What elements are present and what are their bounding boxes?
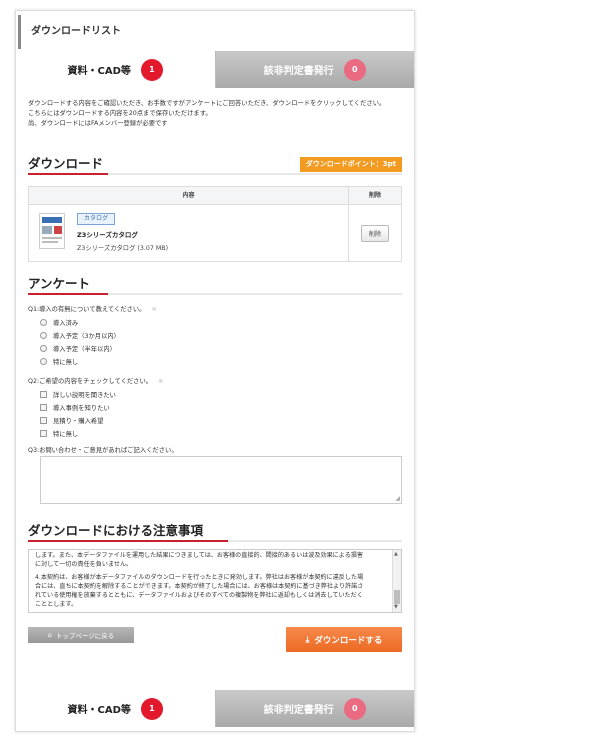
radio-button[interactable] [40, 332, 47, 339]
item-name: Z3シリーズカタログ [77, 231, 138, 239]
bottom-tabs: 資料・CAD等 1 該非判定書発行 0 [16, 690, 414, 727]
q2-option[interactable]: 導入事例を知りたい [40, 403, 110, 412]
section-title-text: ダウンロード [28, 156, 104, 171]
download-button[interactable]: ⤓ ダウンロードする [286, 627, 402, 652]
table-row: カタログ Z3シリーズカタログ Z3シリーズカタログ (3.07 MB) 削除 [29, 205, 401, 261]
tab-compliance-certificate[interactable]: 該非判定書発行 0 [214, 51, 414, 88]
delete-button[interactable]: 削除 [360, 224, 389, 242]
title-underline [28, 293, 108, 295]
intro-line: 尚、ダウンロードにはFAメンバー登録が必要です [28, 120, 168, 127]
back-to-top-button[interactable]: ⌂ トップページに戻る [28, 627, 134, 643]
q1-option[interactable]: 導入予定（3か月以内） [40, 331, 120, 340]
intro-line: ダウンロードする内容をご確認いただき、お手数ですがアンケートにご回答いただき、ダ… [28, 100, 386, 107]
scroll-up-icon[interactable]: ▲ [394, 550, 398, 559]
item-file: Z3シリーズカタログ (3.07 MB) [77, 245, 169, 252]
q1-label: Q1:導入の有無について教えてください。 ※ [28, 306, 157, 313]
required-icon: ※ [151, 306, 157, 313]
content-cell: カタログ Z3シリーズカタログ Z3シリーズカタログ (3.07 MB) [29, 205, 349, 261]
q2-label: Q2:ご希望の内容をチェックしてください。 ※ [28, 378, 164, 385]
checkbox[interactable] [40, 417, 47, 424]
survey-section-title: アンケート [28, 273, 402, 295]
tab-label: 資料・CAD等 [67, 66, 131, 77]
section-title-text: ダウンロードにおける注意事項 [28, 523, 204, 538]
scroll-down-icon[interactable]: ▼ [394, 603, 398, 612]
q2-option[interactable]: 見積り・購入希望 [40, 416, 103, 425]
notice-line: 4.本契約は、お客様が本データファイルのダウンロードを行ったときに発効します。弊… [35, 574, 364, 581]
tab-compliance-certificate[interactable]: 該非判定書発行 0 [214, 690, 414, 727]
checkbox[interactable] [40, 430, 47, 437]
tab-materials-cad[interactable]: 資料・CAD等 1 [16, 51, 215, 88]
title-underline [28, 173, 108, 175]
tab-label: 該非判定書発行 [263, 66, 334, 77]
notice-line: に対して一切の責任を負いません。 [35, 561, 133, 568]
home-icon: ⌂ [47, 631, 52, 639]
notice-line: 合には、直ちに本契約を解除することができます。本契約が終了した場合には、お客様は… [35, 583, 364, 590]
column-header-delete: 削除 [368, 192, 381, 199]
resize-grip-icon[interactable]: ◢ [395, 496, 400, 502]
count-badge: 0 [343, 58, 366, 81]
download-list-panel: ダウンロードリスト 資料・CAD等 1 該非判定書発行 0 ダウンロードする内容… [15, 10, 415, 732]
notice-scrollbar[interactable]: ▲ ▼ [392, 550, 401, 612]
scroll-thumb[interactable] [394, 590, 400, 604]
checkbox[interactable] [40, 404, 47, 411]
q1-option[interactable]: 特に無し [40, 357, 78, 366]
count-badge: 1 [140, 697, 163, 720]
download-icon: ⤓ [305, 634, 310, 645]
download-points-badge: ダウンロードポイント：3pt [299, 157, 402, 172]
download-button-label: ダウンロードする [314, 635, 383, 646]
radio-button[interactable] [40, 345, 47, 352]
download-section-title: ダウンロード ダウンロードポイント：3pt [28, 153, 402, 175]
column-header-content: 内容 [29, 187, 349, 204]
notice-textbox[interactable]: します。また、本データファイルを運用した結果につきましては、お客様の直接的、間接… [28, 549, 402, 613]
required-icon: ※ [158, 378, 164, 385]
notice-line: します。また、本データファイルを運用した結果につきましては、お客様の直接的、間接… [35, 552, 363, 559]
table-header: 内容 削除 [29, 187, 401, 205]
page-title: ダウンロードリスト [18, 15, 414, 49]
q1-option[interactable]: 導入済み [40, 318, 78, 327]
intro-text: ダウンロードする内容をご確認いただき、お手数ですがアンケートにご回答いただき、ダ… [28, 99, 408, 129]
q3-label: Q3:お問い合わせ・ご意見があればご記入ください。 [28, 447, 178, 454]
q1-option[interactable]: 導入予定（半年以内） [40, 344, 116, 353]
title-underline [28, 540, 228, 542]
tab-label: 該非判定書発行 [263, 705, 334, 716]
section-title-text: アンケート [28, 276, 91, 291]
tab-materials-cad[interactable]: 資料・CAD等 1 [16, 690, 215, 727]
delete-cell: 削除 [349, 205, 401, 261]
back-button-label: トップページに戻る [55, 632, 115, 640]
count-badge: 1 [140, 58, 163, 81]
tab-label: 資料・CAD等 [67, 705, 131, 716]
notice-section-title: ダウンロードにおける注意事項 [28, 520, 402, 542]
q2-option[interactable]: 詳しい説明を聞きたい [40, 390, 116, 399]
notice-line: れている使用権を放棄するとともに、データファイルおよびそのすべての複製物を弊社に… [35, 592, 363, 599]
download-table: 内容 削除 カタログ Z3シリーズカタログ Z3シリーズカタログ (3.07 M… [28, 186, 402, 262]
comment-textarea[interactable]: ◢ [40, 456, 402, 504]
checkbox[interactable] [40, 391, 47, 398]
catalog-thumbnail [39, 213, 65, 249]
intro-line: こちらにはダウンロードする内容を20点まで保存いただけます。 [28, 110, 212, 117]
top-tabs: 資料・CAD等 1 該非判定書発行 0 [16, 51, 414, 88]
q2-option[interactable]: 特に無し [40, 429, 78, 438]
notice-line: こととします。 [35, 601, 78, 608]
count-badge: 0 [343, 697, 366, 720]
radio-button[interactable] [40, 358, 47, 365]
radio-button[interactable] [40, 319, 47, 326]
category-tag: カタログ [77, 213, 116, 225]
